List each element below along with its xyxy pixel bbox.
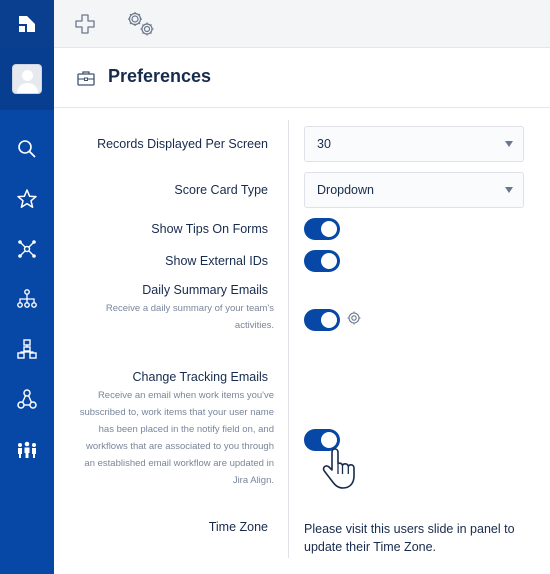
score-card-type-value: Dropdown: [317, 183, 374, 197]
show-tips-label: Show Tips On Forms: [151, 222, 268, 236]
star-icon[interactable]: [13, 185, 41, 213]
sidebar: [0, 0, 54, 574]
org-chart-icon[interactable]: [13, 335, 41, 363]
form-divider: [288, 120, 289, 558]
plus-icon[interactable]: [68, 8, 102, 40]
records-per-screen-label: Records Displayed Per Screen: [97, 137, 268, 151]
hierarchy-icon[interactable]: [13, 285, 41, 313]
chevron-down-icon: [505, 141, 513, 147]
time-zone-label: Time Zone: [208, 520, 268, 534]
show-tips-toggle[interactable]: [304, 218, 340, 240]
top-bar: [54, 0, 550, 48]
search-icon[interactable]: [13, 135, 41, 163]
gears-icon[interactable]: [124, 8, 158, 40]
score-card-type-label: Score Card Type: [174, 183, 268, 197]
gear-icon[interactable]: [346, 310, 362, 326]
team-nodes-icon[interactable]: [13, 385, 41, 413]
records-per-screen-select[interactable]: 30: [304, 126, 524, 162]
user-avatar-area[interactable]: [0, 48, 54, 110]
briefcase-icon: [77, 71, 95, 86]
page-header: Preferences: [54, 48, 550, 108]
network-icon[interactable]: [13, 235, 41, 263]
daily-summary-label: Daily Summary Emails: [142, 283, 268, 297]
show-external-ids-label: Show External IDs: [165, 254, 268, 268]
hand-cursor-icon: [322, 448, 355, 489]
score-card-type-select[interactable]: Dropdown: [304, 172, 524, 208]
change-tracking-label: Change Tracking Emails: [132, 370, 268, 384]
avatar[interactable]: [12, 64, 42, 94]
jira-align-logo-icon[interactable]: [0, 0, 54, 48]
change-tracking-description: Receive an email when work items you've …: [79, 390, 274, 486]
chevron-down-icon: [505, 187, 513, 193]
page-title: Preferences: [108, 66, 212, 86]
daily-summary-toggle[interactable]: [304, 309, 340, 331]
time-zone-message: Please visit this users slide in panel t…: [304, 522, 515, 554]
show-external-ids-toggle[interactable]: [304, 250, 340, 272]
daily-summary-description: Receive a daily summary of your team's a…: [105, 303, 274, 331]
people-icon[interactable]: [13, 435, 41, 463]
records-per-screen-value: 30: [317, 137, 331, 151]
